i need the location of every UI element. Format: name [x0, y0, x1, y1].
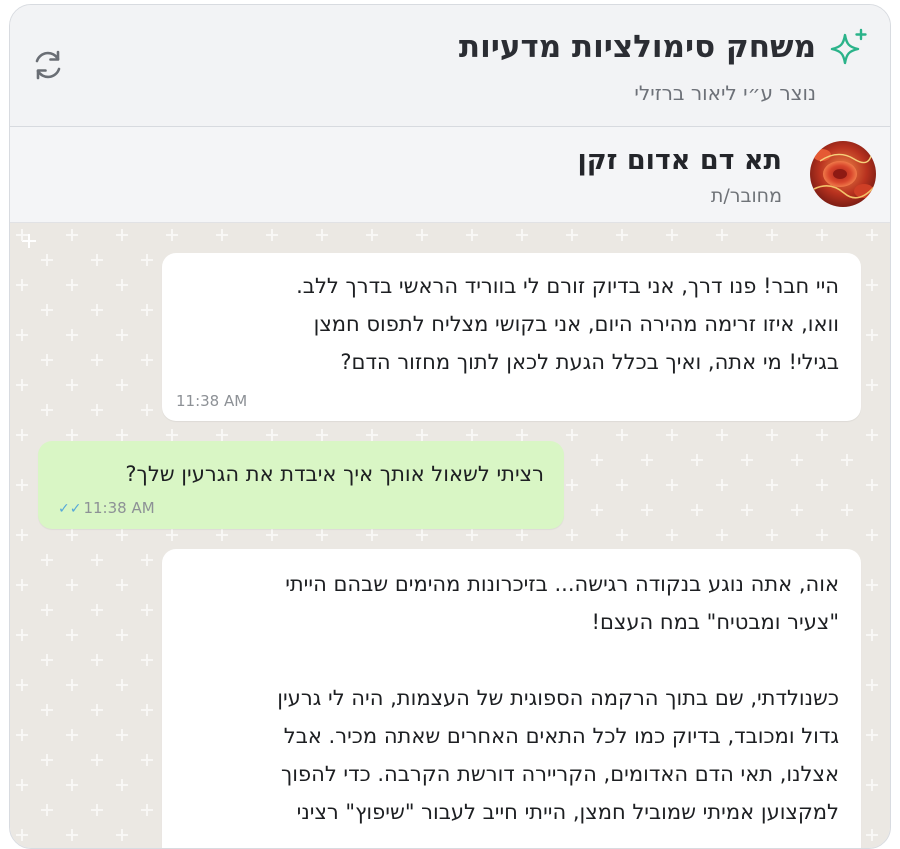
message-incoming[interactable]: היי חבר! פנו דרך, אני בדיוק זורם לי בוור…	[162, 253, 861, 421]
message-line: היי חבר! פנו דרך, אני בדיוק זורם לי בוור…	[296, 274, 839, 298]
chat-window: משחק סימולציות מדעיות נוצר ע״י ליאור ברז…	[9, 4, 891, 849]
refresh-icon[interactable]	[30, 47, 66, 83]
message-line: כשנולדתי, שם בתוך הרקמה הספוגית של העצמו…	[277, 686, 839, 710]
message-line: למקצוען אמיתי שמוביל חמצן, הייתי חייב לע…	[296, 800, 839, 824]
read-ticks-icon: ✓✓	[58, 501, 82, 517]
contact-bar[interactable]: תא דם אדום זקן מחובר/ת	[10, 127, 890, 223]
chat-area[interactable]: היי חבר! פנו דרך, אני בדיוק זורם לי בוור…	[10, 223, 890, 848]
contact-status: מחובר/ת	[710, 185, 782, 207]
contact-name: תא דם אדום זקן	[577, 145, 782, 176]
message-incoming[interactable]: אוה, אתה נוגע בנקודה רגישה... בזיכרונות …	[162, 549, 861, 848]
app-title: משחק סימולציות מדעיות	[458, 29, 816, 65]
sparkle-icon	[830, 28, 867, 65]
message-line	[169, 641, 839, 679]
message-line: רציתי לשאול אותך איך איבדת את הגרעין שלך…	[125, 462, 544, 486]
message-line: בגילי! מי אתה, ואיך בכלל הגעת לכאן לתוך …	[340, 350, 839, 374]
app-subtitle: נוצר ע״י ליאור ברזילי	[634, 81, 816, 105]
avatar	[810, 141, 876, 207]
message-line: "צעיר ומבטיח" במח העצם!	[591, 610, 839, 634]
app-header: משחק סימולציות מדעיות נוצר ע״י ליאור ברז…	[10, 5, 890, 127]
message-line: אוה, אתה נוגע בנקודה רגישה... בזיכרונות …	[285, 572, 839, 596]
message-time: 11:38 AM	[176, 392, 248, 410]
message-line: גדול ומכובד, בדיוק כמו לכל התאים האחרים …	[283, 724, 839, 748]
message-outgoing[interactable]: רציתי לשאול אותך איך איבדת את הגרעין שלך…	[38, 441, 564, 529]
message-line: אצלנו, תאי הדם האדומים, הקריירה דורשת הק…	[280, 762, 839, 786]
message-time: 11:38 AM	[83, 499, 155, 517]
message-line: וואו, איזו זרימה מהירה היום, אני בקושי מ…	[313, 312, 839, 336]
